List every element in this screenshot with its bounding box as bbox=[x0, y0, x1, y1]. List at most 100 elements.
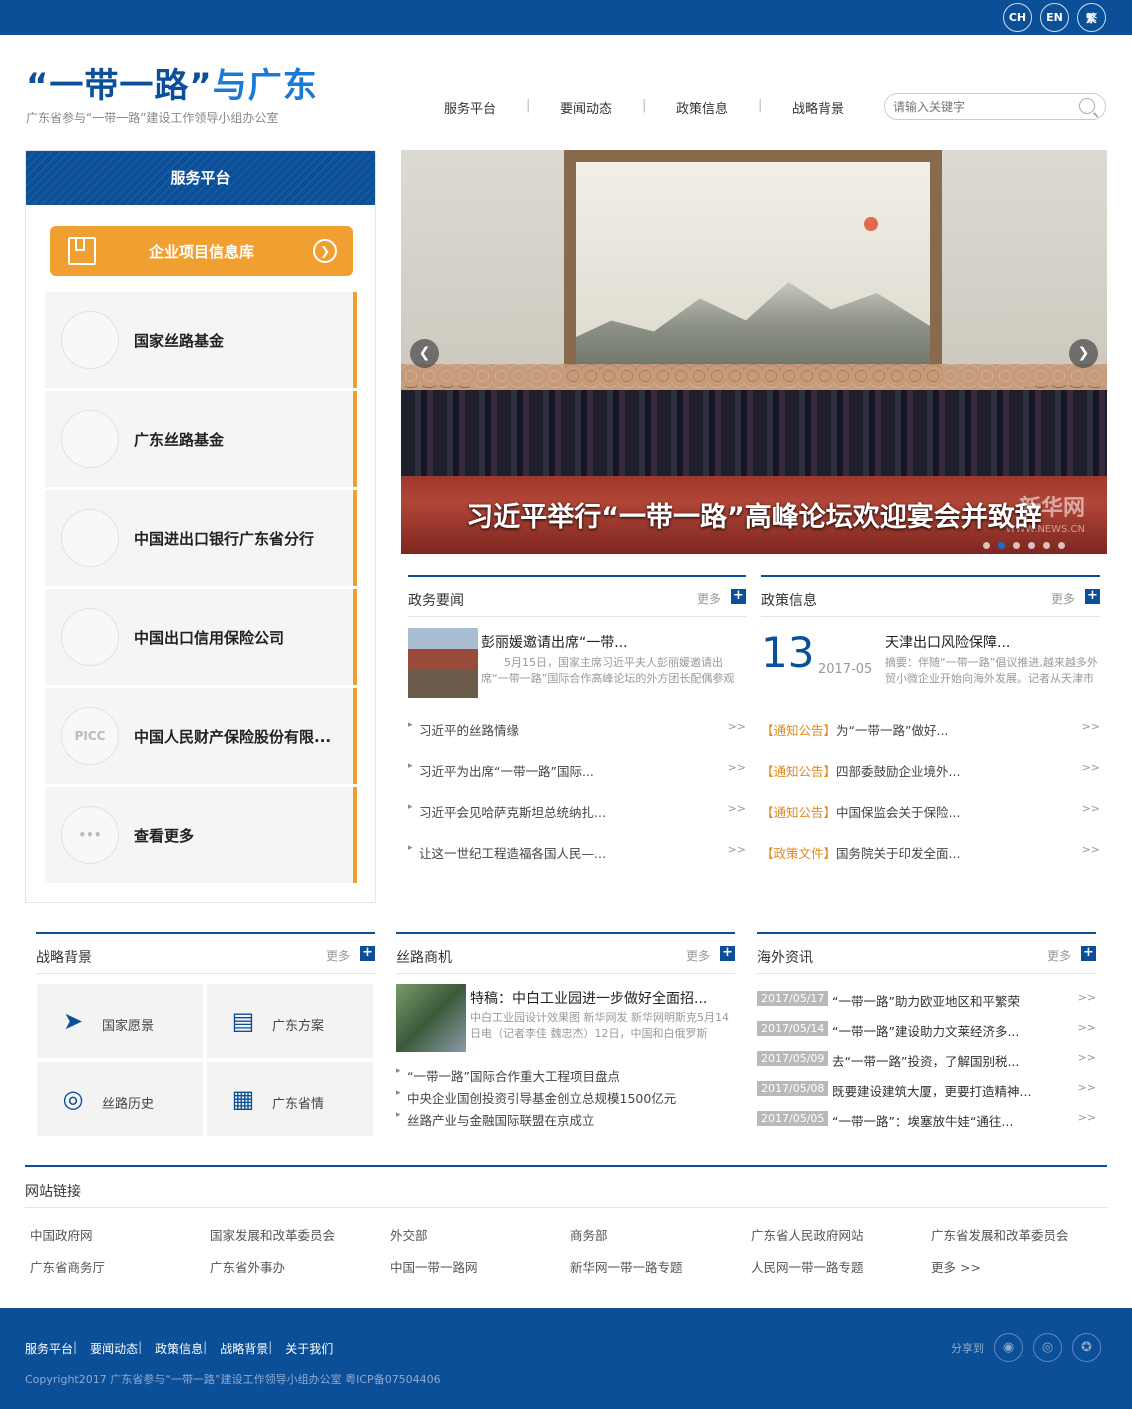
link-people-topic[interactable]: 人民网一带一路专题 bbox=[751, 1257, 864, 1276]
plus-icon[interactable]: + bbox=[720, 946, 735, 961]
top-bar: CH EN 繁 bbox=[0, 0, 1132, 35]
service-item-sinosure[interactable]: 中国出口信用保险公司 bbox=[45, 589, 357, 685]
strategy-more-link[interactable]: 更多 bbox=[326, 947, 350, 964]
silk-road-feature[interactable]: 特稿：中白工业园进一步做好全面招... 中白工业园设计效果图 新华网发 新华网明… bbox=[470, 988, 735, 1048]
weibo-icon[interactable]: ◉ bbox=[994, 1333, 1023, 1362]
overseas-news-more-link[interactable]: 更多 bbox=[1047, 947, 1071, 964]
carousel-next-button[interactable]: ❯ bbox=[1069, 339, 1098, 368]
policy-info-title: 政策信息 bbox=[761, 593, 817, 609]
search-input[interactable] bbox=[893, 94, 1073, 119]
link-gov-cn[interactable]: 中国政府网 bbox=[30, 1225, 93, 1244]
nav-policy[interactable]: 政策信息 bbox=[642, 98, 760, 117]
service-item-more[interactable]: ••• 查看更多 bbox=[45, 787, 357, 883]
industrial-park-thumbnail[interactable] bbox=[396, 984, 466, 1052]
nav-strategy[interactable]: 战略背景 bbox=[758, 98, 876, 117]
nav-news[interactable]: 要闻动态 bbox=[526, 98, 644, 117]
globe-icon: ◎ bbox=[62, 1085, 84, 1113]
service-item-picc[interactable]: PICC 中国人民财产保险股份有限... bbox=[45, 688, 357, 784]
plus-icon[interactable]: + bbox=[360, 946, 375, 961]
plus-icon[interactable]: + bbox=[1081, 946, 1096, 961]
plus-icon[interactable]: + bbox=[731, 589, 746, 604]
gov-news-title: 政务要闻 bbox=[408, 593, 464, 609]
link-gd-drc[interactable]: 广东省发展和改革委员会 bbox=[931, 1225, 1069, 1244]
lang-en-button[interactable]: EN bbox=[1040, 3, 1069, 32]
list-item[interactable]: 2017/05/14 “一带一路”建设助力文莱经济多... >> bbox=[757, 1021, 1096, 1051]
headline-carousel[interactable]: 新华网 WWW.NEWS.CN 习近平举行“一带一路”高峰论坛欢迎宴会并致辞 ❮… bbox=[401, 150, 1107, 554]
list-item[interactable]: ▸ 习近平为出席“一带一路”国际... >> bbox=[408, 761, 746, 802]
gov-news-more-link[interactable]: 更多 bbox=[697, 590, 721, 607]
link-yidaiyilu[interactable]: 中国一带一路网 bbox=[390, 1257, 478, 1276]
tile-guangdong-overview[interactable]: ▦ 广东省情 bbox=[207, 1062, 373, 1136]
strategy-tiles: ➤ 国家愿景 ▤ 广东方案 ◎ 丝路历史 ▦ 广东省情 bbox=[37, 984, 373, 1136]
link-ndrc[interactable]: 国家发展和改革委员会 bbox=[210, 1225, 335, 1244]
list-item[interactable]: 【通知公告】四部委鼓励企业境外... >> bbox=[761, 761, 1100, 802]
carousel-prev-button[interactable]: ❮ bbox=[410, 339, 439, 368]
tile-silk-road-history[interactable]: ◎ 丝路历史 bbox=[37, 1062, 203, 1136]
link-xinhua-topic[interactable]: 新华网一带一路专题 bbox=[570, 1257, 683, 1276]
strategy-section: 战略背景 更多 + bbox=[36, 932, 375, 974]
list-item[interactable]: 2017/05/08 既要建设建筑大厦，更要打造精神... >> bbox=[757, 1081, 1096, 1111]
link-mfa[interactable]: 外交部 bbox=[390, 1225, 428, 1244]
qzone-icon[interactable]: ✪ bbox=[1072, 1333, 1101, 1362]
list-item[interactable]: 2017/05/17 “一带一路”助力欧亚地区和平繁荣 >> bbox=[757, 991, 1096, 1021]
list-item[interactable]: ▸ 丝路产业与金融国际联盟在京成立 bbox=[396, 1110, 735, 1132]
tile-national-vision[interactable]: ➤ 国家愿景 bbox=[37, 984, 203, 1058]
carousel-dot[interactable] bbox=[1058, 542, 1065, 549]
copyright: Copyright2017 广东省参与“一带一路”建设工作领导小组办公室 粤IC… bbox=[25, 1373, 441, 1386]
overseas-news-section: 海外资讯 更多 + bbox=[757, 932, 1096, 974]
service-item-guangdong-silk-fund[interactable]: 广东丝路基金 bbox=[45, 391, 357, 487]
carousel-dot[interactable] bbox=[983, 542, 990, 549]
list-item[interactable]: 【通知公告】为“一带一路”做好... >> bbox=[761, 720, 1100, 761]
carousel-dot-active[interactable] bbox=[998, 542, 1005, 549]
enterprise-project-db-button[interactable]: 企业项目信息库 ❯ bbox=[50, 226, 353, 276]
carousel-dot[interactable] bbox=[1028, 542, 1035, 549]
service-item-exim-bank[interactable]: 中国进出口银行广东省分行 bbox=[45, 490, 357, 586]
carousel-caption[interactable]: 习近平举行“一带一路”高峰论坛欢迎宴会并致辞 bbox=[401, 495, 1107, 534]
policy-info-more-link[interactable]: 更多 bbox=[1051, 590, 1075, 607]
search-icon[interactable] bbox=[1079, 98, 1095, 114]
overseas-news-title: 海外资讯 bbox=[757, 950, 813, 966]
footer-nav-strategy[interactable]: 战略背景 bbox=[220, 1340, 268, 1357]
main-nav: 服务平台 要闻动态 政策信息 战略背景 bbox=[412, 98, 876, 117]
site-logo[interactable]: “一带一路”与广东 bbox=[26, 58, 318, 107]
list-item[interactable]: ▸ “一带一路”国际合作重大工程项目盘点 bbox=[396, 1066, 735, 1088]
footer-nav-service[interactable]: 服务平台 bbox=[25, 1340, 73, 1357]
book-icon bbox=[68, 237, 96, 265]
list-item[interactable]: ▸ 让这一世纪工程造福各国人民—... >> bbox=[408, 843, 746, 884]
link-mofcom[interactable]: 商务部 bbox=[570, 1225, 608, 1244]
lang-traditional-button[interactable]: 繁 bbox=[1077, 3, 1106, 32]
wechat-icon[interactable]: ◎ bbox=[1033, 1333, 1062, 1362]
more-dots-icon: ••• bbox=[61, 806, 119, 864]
plus-icon[interactable]: + bbox=[1085, 589, 1100, 604]
share-label: 分享到 bbox=[951, 1342, 984, 1355]
footer-nav-about[interactable]: 关于我们 bbox=[285, 1340, 333, 1357]
footer: 服务平台 | 要闻动态 | 政策信息 | 战略背景 | 关于我们 Copyright20… bbox=[0, 1308, 1132, 1409]
list-item[interactable]: ▸ 习近平的丝路情缘 >> bbox=[408, 720, 746, 761]
footer-nav-policy[interactable]: 政策信息 bbox=[155, 1340, 203, 1357]
nav-service-platform[interactable]: 服务平台 bbox=[412, 98, 528, 117]
silk-fund-logo-icon bbox=[61, 311, 119, 369]
building-logo-icon bbox=[61, 410, 119, 468]
carousel-dot[interactable] bbox=[1013, 542, 1020, 549]
gov-news-feature[interactable]: 彭丽媛邀请出席“一带... 5月15日，国家主席习近平夫人彭丽媛邀请出席“一带一… bbox=[408, 628, 746, 698]
link-gd-foreign-affairs[interactable]: 广东省外事办 bbox=[210, 1257, 285, 1276]
list-item[interactable]: 【政策文件】国务院关于印发全面... >> bbox=[761, 843, 1100, 884]
link-gd-gov[interactable]: 广东省人民政府网站 bbox=[751, 1225, 864, 1244]
tile-guangdong-plan[interactable]: ▤ 广东方案 bbox=[207, 984, 373, 1058]
link-gd-commerce[interactable]: 广东省商务厅 bbox=[30, 1257, 105, 1276]
policy-feature[interactable]: 13 2017-05 天津出口风险保障... 摘要：伴随“一带一路”倡议推进,越… bbox=[761, 628, 1100, 698]
carousel-dot[interactable] bbox=[1043, 542, 1050, 549]
list-item[interactable]: 2017/05/05 “一带一路”：埃塞放牛娃“通往... >> bbox=[757, 1111, 1096, 1141]
list-item[interactable]: ▸ 中央企业国创投资引导基金创立总规模1500亿元 bbox=[396, 1088, 735, 1110]
bank-logo-icon bbox=[61, 509, 119, 567]
links-more[interactable]: 更多 >> bbox=[931, 1257, 981, 1276]
silk-road-business-more-link[interactable]: 更多 bbox=[686, 947, 710, 964]
service-list: 国家丝路基金 广东丝路基金 中国进出口银行广东省分行 中国出口信用保险公司 PI… bbox=[45, 292, 357, 886]
list-item[interactable]: 2017/05/09 去“一带一路”投资，了解国别税... >> bbox=[757, 1051, 1096, 1081]
list-item[interactable]: ▸ 习近平会见哈萨克斯坦总统纳扎... >> bbox=[408, 802, 746, 843]
lang-ch-button[interactable]: CH bbox=[1003, 3, 1032, 32]
footer-nav-news[interactable]: 要闻动态 bbox=[90, 1340, 138, 1357]
overseas-news-list: 2017/05/17 “一带一路”助力欧亚地区和平繁荣 >> 2017/05/14 “… bbox=[757, 991, 1096, 1141]
list-item[interactable]: 【通知公告】中国保监会关于保险... >> bbox=[761, 802, 1100, 843]
service-item-silk-road-fund[interactable]: 国家丝路基金 bbox=[45, 292, 357, 388]
